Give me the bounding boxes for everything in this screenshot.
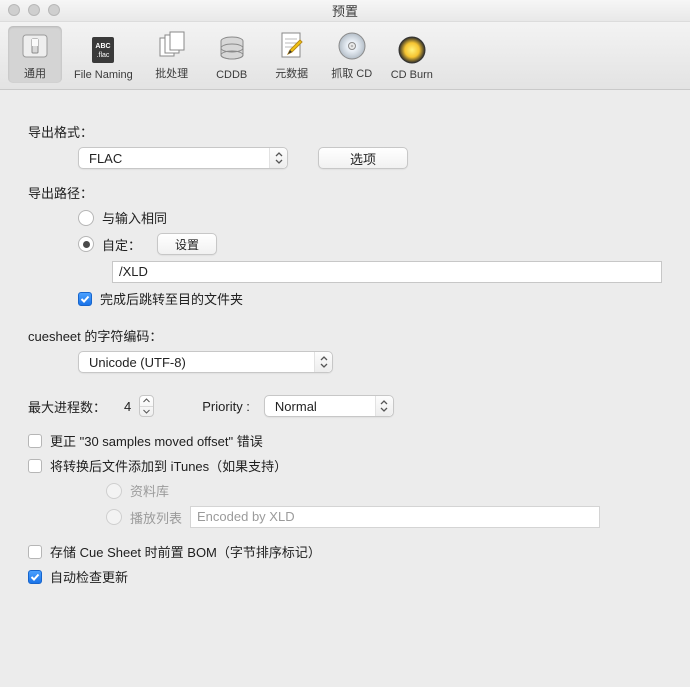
library-radio: 资料库 [106, 481, 169, 500]
output-format-value: FLAC [89, 151, 122, 166]
add-itunes-checkbox[interactable]: 将转换后文件添加到 iTunes（如果支持） [28, 456, 287, 475]
open-after-checkbox[interactable]: 完成后跳转至目的文件夹 [78, 289, 243, 308]
priority-select[interactable]: Normal [264, 395, 394, 417]
custom-path-field[interactable]: /XLD [112, 261, 662, 283]
auto-update-checkbox[interactable]: 自动检查更新 [28, 567, 128, 586]
tab-batch[interactable]: 批处理 [145, 26, 199, 83]
content-area: 导出格式： FLAC 选项 导出路径： 与输入相同 自定： 设置 /XLD [0, 90, 690, 612]
window-title: 预置 [332, 1, 358, 20]
tab-general[interactable]: 通用 [8, 26, 62, 83]
tab-rip-cd[interactable]: 抓取 CD [325, 26, 379, 83]
custom-path-radio[interactable]: 自定： [78, 235, 141, 254]
max-threads-label: 最大进程数： [28, 397, 106, 416]
output-format-select[interactable]: FLAC [78, 147, 288, 169]
bom-checkbox[interactable]: 存储 Cue Sheet 时前置 BOM（字节排序标记） [28, 542, 321, 561]
priority-label: Priority : [202, 399, 250, 414]
chevron-updown-icon [314, 352, 332, 372]
tab-metadata[interactable]: 元数据 [265, 26, 319, 83]
cd-icon [336, 30, 368, 62]
switch-icon [19, 30, 51, 62]
threads-stepper[interactable] [139, 395, 154, 417]
output-path-label: 导出路径： [28, 183, 662, 202]
chevron-updown-icon [375, 396, 393, 416]
window-controls [8, 4, 60, 16]
cuesheet-encoding-select[interactable]: Unicode (UTF-8) [78, 351, 333, 373]
documents-icon [156, 30, 188, 62]
fix-offset-checkbox[interactable]: 更正 "30 samples moved offset" 错误 [28, 431, 263, 450]
chevron-updown-icon [269, 148, 287, 168]
priority-value: Normal [275, 399, 317, 414]
database-icon [216, 34, 248, 66]
cuesheet-encoding-label: cuesheet 的字符编码： [28, 326, 662, 345]
options-button[interactable]: 选项 [318, 147, 408, 169]
output-format-label: 导出格式： [28, 122, 662, 141]
toolbar: 通用 ABC.flac File Naming 批处理 CDDB [0, 22, 690, 90]
minimize-traffic-light[interactable] [28, 4, 40, 16]
tab-cddb[interactable]: CDDB [205, 30, 259, 83]
playlist-name-field: Encoded by XLD [190, 506, 600, 528]
tab-file-naming[interactable]: ABC.flac File Naming [68, 30, 139, 83]
stepper-down-icon [140, 407, 153, 417]
svg-text:ABC: ABC [96, 43, 111, 50]
burn-icon [396, 34, 428, 66]
same-as-input-radio[interactable]: 与输入相同 [78, 208, 167, 227]
edit-document-icon [276, 30, 308, 62]
title-bar: 预置 [0, 0, 690, 22]
set-path-button[interactable]: 设置 [157, 233, 217, 255]
max-threads-value: 4 [124, 399, 131, 414]
close-traffic-light[interactable] [8, 4, 20, 16]
stepper-up-icon [140, 396, 153, 407]
svg-text:.flac: .flac [97, 52, 110, 59]
zoom-traffic-light[interactable] [48, 4, 60, 16]
cuesheet-encoding-value: Unicode (UTF-8) [89, 355, 186, 370]
flac-file-icon: ABC .flac [87, 34, 119, 66]
playlist-radio: 播放列表 [106, 508, 182, 527]
tab-cd-burn[interactable]: CD Burn [385, 30, 439, 83]
